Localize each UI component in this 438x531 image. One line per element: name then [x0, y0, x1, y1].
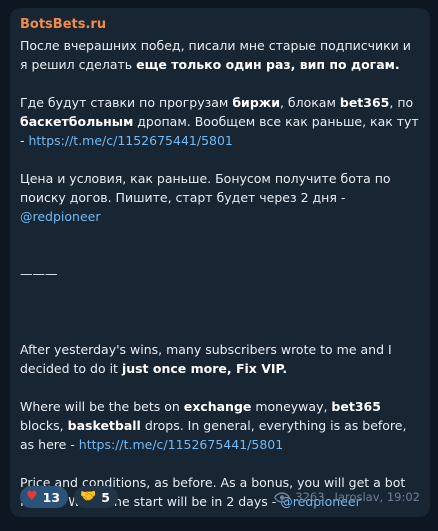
text-segment: Цена и условия, как раньше. Бонусом полу…	[20, 171, 391, 205]
message-paragraph-ru-3: Цена и условия, как раньше. Бонусом полу…	[20, 169, 420, 226]
blank-space	[20, 226, 420, 264]
view-count: 3263	[295, 490, 325, 504]
message-bubble: BotsBets.ru После вчерашних побед, писал…	[10, 8, 430, 517]
text-segment: moneyway,	[251, 399, 332, 414]
sender-name[interactable]: BotsBets.ru	[20, 16, 420, 34]
text-segment: , по	[389, 95, 414, 110]
bold-text-segment: basketball	[67, 418, 141, 433]
author-and-time: Iaroslav, 19:02	[334, 490, 420, 504]
bold-text-segment: еще только один раз, вип по догам.	[136, 57, 400, 72]
message-paragraph-ru-2: Где будут ставки по прогрузам биржи, бло…	[20, 93, 420, 150]
text-segment: Where will be the bets on	[20, 399, 184, 414]
reaction-count: 13	[42, 489, 61, 505]
text-segment: Где будут ставки по прогрузам	[20, 95, 233, 110]
message-footer: ♥ 13 🤝 5 3263 Iaroslav, 19:02	[20, 485, 420, 509]
message-link[interactable]: https://t.me/c/1152675441/5801	[79, 437, 283, 452]
message-meta: 3263 Iaroslav, 19:02	[274, 490, 420, 504]
text-segment: , блокам	[279, 95, 340, 110]
bold-text-segment: баскетбольным	[20, 114, 134, 129]
divider-text: ———	[20, 266, 58, 281]
handshake-icon: 🤝	[80, 489, 97, 504]
reaction-handshake[interactable]: 🤝 5	[74, 486, 118, 508]
bold-text-segment: bet365	[331, 399, 381, 414]
bold-text-segment: exchange	[183, 399, 252, 414]
bold-text-segment: bet365	[339, 95, 390, 110]
bold-text-segment: just once more, Fix VIP.	[121, 361, 288, 376]
heart-icon: ♥	[26, 489, 38, 504]
message-paragraph-en-2: Where will be the bets on exchange money…	[20, 397, 420, 454]
bold-text-segment: биржи	[232, 95, 280, 110]
message-paragraph-ru-1: После вчерашних побед, писали мне старые…	[20, 36, 420, 74]
blank-space	[20, 283, 420, 340]
mention-link[interactable]: @redpioneer	[20, 209, 101, 224]
text-segment: blocks,	[20, 418, 68, 433]
message-link[interactable]: https://t.me/c/1152675441/5801	[28, 133, 232, 148]
eye-icon	[274, 491, 291, 503]
reaction-count: 5	[101, 489, 110, 505]
message-paragraph-en-1: After yesterday's wins, many subscribers…	[20, 340, 420, 378]
reaction-heart[interactable]: ♥ 13	[20, 486, 69, 508]
